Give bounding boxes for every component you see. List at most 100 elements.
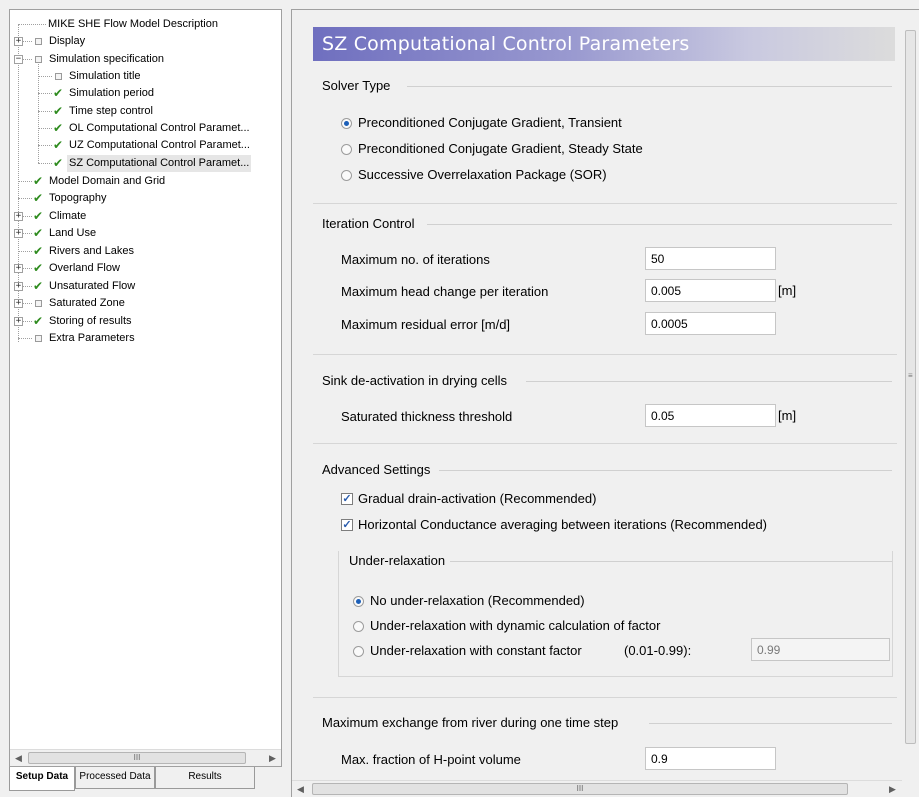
expand-icon[interactable]: +: [14, 317, 23, 326]
max-iterations-field[interactable]: 50: [645, 247, 776, 270]
horizontal-conductance-checkbox[interactable]: ✓: [341, 519, 353, 531]
tree-item-label: Rivers and Lakes: [49, 245, 134, 257]
advanced-settings-title: Advanced Settings: [322, 462, 431, 477]
tree-item-rivers-lakes[interactable]: ✔ Rivers and Lakes: [10, 243, 281, 260]
tree-item-label: Climate: [49, 210, 87, 222]
solver-transient-label[interactable]: Preconditioned Conjugate Gradient, Trans…: [358, 115, 622, 130]
dynamic-underrelaxation-radio[interactable]: [353, 621, 364, 632]
page-title: SZ Computational Control Parameters: [322, 33, 690, 55]
drain-activation-checkbox[interactable]: ✓: [341, 493, 353, 505]
solver-steady-label[interactable]: Preconditioned Conjugate Gradient, Stead…: [358, 141, 643, 156]
divider: [407, 86, 892, 87]
empty-box-icon: [34, 335, 42, 342]
scroll-thumb[interactable]: III: [28, 752, 246, 764]
tree-item-time-step-control[interactable]: ✔ Time step control: [10, 103, 281, 120]
constant-underrelaxation-radio[interactable]: [353, 646, 364, 657]
main-scroll-thumb[interactable]: III: [312, 783, 848, 795]
tree-connector-line: [18, 181, 32, 182]
expand-icon[interactable]: +: [14, 299, 23, 308]
tree-item-simulation-period[interactable]: ✔ Simulation period: [10, 85, 281, 102]
status-icon: ✔: [31, 208, 45, 225]
max-head-change-field[interactable]: 0.005: [645, 279, 776, 302]
expand-icon[interactable]: +: [14, 212, 23, 221]
main-scroll-right-arrow-icon[interactable]: ▶: [884, 781, 901, 797]
solver-transient-radio[interactable]: [341, 118, 352, 129]
tree-item-unsaturated-flow[interactable]: + ✔ Unsaturated Flow: [10, 278, 281, 295]
no-underrelaxation-radio[interactable]: [353, 596, 364, 607]
expand-icon[interactable]: +: [14, 264, 23, 273]
status-icon: ✔: [31, 190, 45, 207]
tree-item-simulation-specification[interactable]: − Simulation specification: [10, 51, 281, 68]
saturated-thickness-label: Saturated thickness threshold: [341, 409, 513, 424]
tree-item-overland-flow[interactable]: + ✔ Overland Flow: [10, 260, 281, 277]
status-icon: ✔: [31, 173, 45, 190]
scroll-left-arrow-icon[interactable]: ◀: [10, 750, 27, 766]
tree-item-model-domain-grid[interactable]: ✔ Model Domain and Grid: [10, 173, 281, 190]
river-exchange-section: Maximum exchange from river during one t…: [313, 699, 897, 777]
tree-item-topography[interactable]: ✔ Topography: [10, 190, 281, 207]
status-icon: ✔: [51, 120, 65, 137]
drain-activation-label[interactable]: Gradual drain-activation (Recommended): [358, 491, 596, 506]
parameters-panel: SZ Computational Control Parameters Solv…: [291, 9, 919, 797]
horizontal-conductance-label[interactable]: Horizontal Conductance averaging between…: [358, 517, 767, 532]
tree-item-display[interactable]: + Display: [10, 33, 281, 50]
checkmark-icon: ✔: [32, 209, 44, 223]
panel-splitter[interactable]: [286, 0, 290, 797]
tree-item-label: Simulation period: [69, 87, 154, 99]
tab-setup-data[interactable]: Setup Data: [9, 767, 75, 791]
max-head-change-unit: [m]: [778, 283, 797, 298]
iteration-control-section: Iteration Control Maximum no. of iterati…: [313, 205, 897, 355]
iteration-control-title: Iteration Control: [322, 216, 415, 231]
main-scroll-left-arrow-icon[interactable]: ◀: [292, 781, 309, 797]
vertical-scroll-thumb[interactable]: [905, 30, 916, 744]
tree-item-storing-results[interactable]: + ✔ Storing of results: [10, 313, 281, 330]
tab-processed-data[interactable]: Processed Data: [75, 767, 155, 789]
dynamic-underrelaxation-label[interactable]: Under-relaxation with dynamic calculatio…: [370, 618, 660, 633]
collapse-icon[interactable]: −: [14, 55, 23, 64]
tree-item-flow-model-description[interactable]: MIKE SHE Flow Model Description: [10, 16, 281, 33]
bottom-tabs: Setup Data Processed Data Results: [9, 767, 282, 791]
expand-icon[interactable]: +: [14, 282, 23, 291]
max-residual-field[interactable]: 0.0005: [645, 312, 776, 335]
checkmark-icon: ✔: [52, 86, 64, 100]
tree-item-sz-computational-control[interactable]: ✔ SZ Computational Control Paramet...: [10, 155, 281, 172]
tree-item-saturated-zone[interactable]: + Saturated Zone: [10, 295, 281, 312]
expand-icon[interactable]: +: [14, 229, 23, 238]
sink-deactivation-section: Sink de-activation in drying cells Satur…: [313, 356, 897, 444]
constant-factor-field[interactable]: 0.99: [751, 638, 890, 661]
tree-item-climate[interactable]: + ✔ Climate: [10, 208, 281, 225]
under-relaxation-group: Under-relaxation No under-relaxation (Re…: [338, 551, 893, 677]
saturated-thickness-unit: [m]: [778, 408, 797, 423]
tree-item-uz-computational-control[interactable]: ✔ UZ Computational Control Paramet...: [10, 137, 281, 154]
tree-item-ol-computational-control[interactable]: ✔ OL Computational Control Paramet...: [10, 120, 281, 137]
under-relaxation-title: Under-relaxation: [349, 553, 446, 568]
expand-icon[interactable]: +: [14, 37, 23, 46]
saturated-thickness-field[interactable]: 0.05: [645, 404, 776, 427]
main-vertical-scrollbar[interactable]: [902, 28, 919, 748]
solver-sor-label[interactable]: Successive Overrelaxation Package (SOR): [358, 167, 607, 182]
main-horizontal-scrollbar[interactable]: ◀ III ▶: [292, 780, 902, 797]
tree-item-simulation-title[interactable]: Simulation title: [10, 68, 281, 85]
divider: [649, 723, 892, 724]
scroll-right-arrow-icon[interactable]: ▶: [264, 750, 281, 766]
checkmark-icon: ✔: [52, 121, 64, 135]
tree-item-extra-parameters[interactable]: Extra Parameters: [10, 330, 281, 347]
tab-results[interactable]: Results: [155, 767, 255, 789]
tree-connector-line: [38, 76, 52, 77]
tree-connector-line: [38, 145, 52, 146]
checkmark-icon: ✔: [32, 261, 44, 275]
solver-steady-radio[interactable]: [341, 144, 352, 155]
tree-item-land-use[interactable]: + ✔ Land Use: [10, 225, 281, 242]
divider: [439, 470, 892, 471]
max-fraction-field[interactable]: 0.9: [645, 747, 776, 770]
status-icon: ✔: [31, 260, 45, 277]
constant-underrelaxation-label[interactable]: Under-relaxation with constant factor: [370, 643, 582, 658]
status-icon: [31, 33, 45, 50]
no-underrelaxation-label[interactable]: No under-relaxation (Recommended): [370, 593, 585, 608]
sink-deactivation-title: Sink de-activation in drying cells: [322, 373, 507, 388]
status-icon: ✔: [31, 278, 45, 295]
setup-tree: MIKE SHE Flow Model Description + Display −…: [10, 10, 281, 748]
solver-sor-radio[interactable]: [341, 170, 352, 181]
tree-horizontal-scrollbar[interactable]: ◀ III ▶: [10, 749, 281, 766]
max-head-change-label: Maximum head change per iteration: [341, 284, 549, 299]
